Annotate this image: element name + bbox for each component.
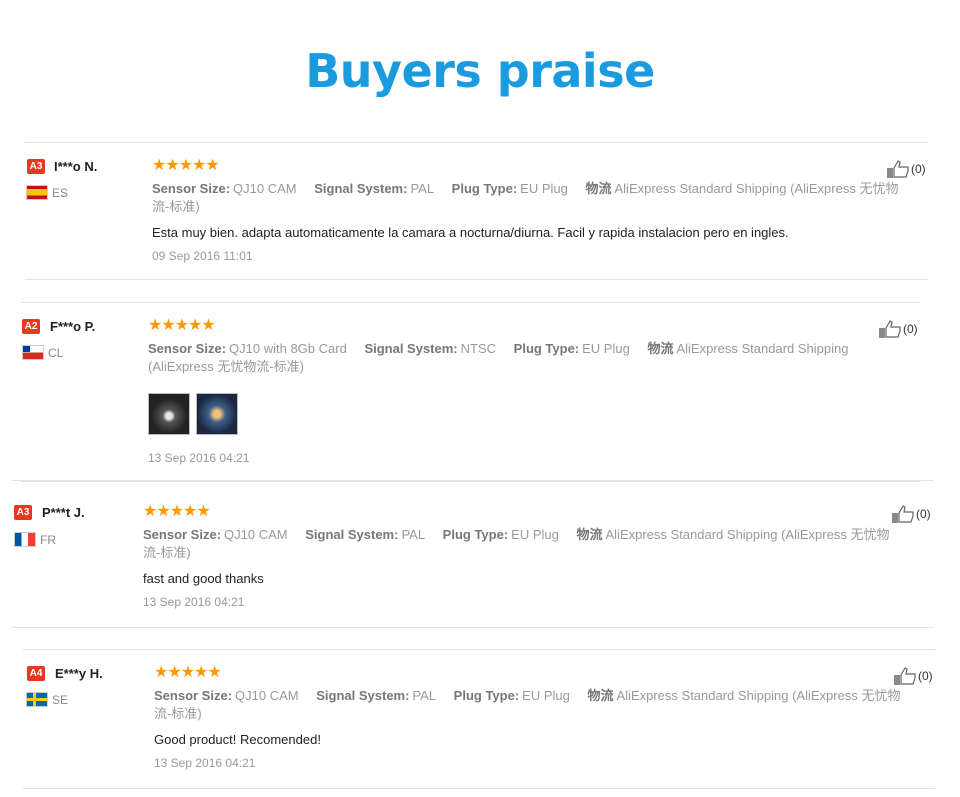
helpful-button[interactable]: (0) [893, 666, 933, 686]
plug-type-label: Plug Type: [453, 688, 520, 703]
shipping-label: 物流 [647, 341, 674, 356]
review-date: 13 Sep 2016 04:21 [143, 595, 245, 609]
product-attributes: Sensor Size: QJ10 CAM Signal System: PAL P… [143, 526, 933, 562]
country-code: CL [48, 346, 64, 360]
sensor-size-label: Sensor Size: [154, 688, 233, 703]
product-attributes: Sensor Size: QJ10 with 8Gb Card Signal Sy… [148, 340, 898, 376]
review-item: A4 E***y H. SE ★★★★★ Sensor Size: QJ10 CA… [23, 649, 935, 789]
thumbs-up-icon [887, 160, 909, 178]
plug-type-value: EU Plug [511, 527, 559, 542]
sensor-size-value: QJ10 CAM [224, 527, 288, 542]
page-title: Buyers praise [305, 44, 655, 98]
review-text: Esta muy bien. adapta automaticamente la… [152, 225, 789, 240]
plug-type-value: EU Plug [522, 688, 570, 703]
review-item: A3 P***t J. FR ★★★★★ Sensor Size: QJ10 CA… [12, 480, 934, 628]
signal-system-label: Signal System: [364, 341, 458, 356]
product-attributes: Sensor Size: QJ10 CAM Signal System: PAL P… [152, 180, 932, 216]
buyer-level-badge: A4 [27, 666, 45, 681]
sensor-size-label: Sensor Size: [143, 527, 222, 542]
review-text: fast and good thanks [143, 571, 264, 586]
signal-system-value: NTSC [460, 341, 497, 356]
country-code: FR [40, 533, 56, 547]
star-rating: ★★★★★ [143, 503, 211, 520]
shipping-value: AliExpress Standard Shipping [676, 341, 849, 356]
helpful-button[interactable]: (0) [891, 504, 931, 524]
review-photo[interactable] [148, 393, 190, 435]
helpful-button[interactable]: (0) [886, 159, 926, 179]
plug-type-value: EU Plug [582, 341, 630, 356]
review-date: 13 Sep 2016 04:21 [148, 451, 250, 465]
shipping-value-cont: 流-标准) [143, 545, 191, 560]
shipping-value-cont: 流-标准) [152, 199, 200, 214]
helpful-count: (0) [918, 669, 933, 683]
review-date: 09 Sep 2016 11:01 [152, 249, 253, 263]
shipping-value: AliExpress Standard Shipping (AliExpress… [616, 688, 901, 703]
plug-type-label: Plug Type: [442, 527, 509, 542]
thumbs-up-icon [892, 505, 914, 523]
signal-system-value: PAL [401, 527, 426, 542]
reviewer-name: P***t J. [42, 505, 85, 520]
helpful-count: (0) [911, 162, 926, 176]
helpful-count: (0) [916, 507, 931, 521]
buyer-level-badge: A3 [14, 505, 32, 520]
signal-system-value: PAL [410, 181, 435, 196]
product-attributes: Sensor Size: QJ10 CAM Signal System: PAL P… [154, 687, 936, 723]
sensor-size-label: Sensor Size: [148, 341, 227, 356]
signal-system-label: Signal System: [316, 688, 410, 703]
country-code: SE [52, 693, 69, 707]
sensor-size-value: QJ10 with 8Gb Card [229, 341, 347, 356]
helpful-count: (0) [903, 322, 918, 336]
signal-system-label: Signal System: [305, 527, 399, 542]
reviewer-name: I***o N. [54, 159, 98, 174]
thumbs-up-icon [879, 320, 901, 338]
reviewer-name: F***o P. [50, 319, 96, 334]
star-rating: ★★★★★ [154, 664, 222, 681]
review-date: 13 Sep 2016 04:21 [154, 756, 256, 770]
shipping-value: AliExpress Standard Shipping (AliExpress… [614, 181, 899, 196]
shipping-value-cont: (AliExpress 无忧物流-标准) [148, 359, 305, 374]
shipping-label: 物流 [587, 688, 614, 703]
plug-type-label: Plug Type: [513, 341, 580, 356]
sensor-size-label: Sensor Size: [152, 181, 231, 196]
plug-type-value: EU Plug [520, 181, 568, 196]
sensor-size-value: QJ10 CAM [235, 688, 299, 703]
review-item: A3 I***o N. ES ★★★★★ Sensor Size: QJ10 CA… [25, 142, 928, 280]
france-flag-icon [14, 532, 36, 547]
review-item: A2 F***o P. CL ★★★★★ Sensor Size: QJ10 wi… [21, 302, 920, 482]
signal-system-label: Signal System: [314, 181, 408, 196]
country-code: ES [52, 186, 69, 200]
reviewer-name: E***y H. [55, 666, 103, 681]
chile-flag-icon [22, 345, 44, 360]
signal-system-value: PAL [412, 688, 437, 703]
sweden-flag-icon [26, 692, 48, 707]
shipping-value: AliExpress Standard Shipping (AliExpress… [605, 527, 890, 542]
shipping-value-cont: 流-标准) [154, 706, 202, 721]
plug-type-label: Plug Type: [451, 181, 518, 196]
helpful-button[interactable]: (0) [878, 319, 918, 339]
thumbs-up-icon [894, 667, 916, 685]
spain-flag-icon [26, 185, 48, 200]
star-rating: ★★★★★ [152, 157, 220, 174]
review-photo[interactable] [196, 393, 238, 435]
buyer-level-badge: A3 [27, 159, 45, 174]
star-rating: ★★★★★ [148, 317, 216, 334]
shipping-label: 物流 [576, 527, 603, 542]
review-text: Good product! Recomended! [154, 732, 321, 747]
shipping-label: 物流 [585, 181, 612, 196]
buyer-level-badge: A2 [22, 319, 40, 334]
sensor-size-value: QJ10 CAM [233, 181, 297, 196]
